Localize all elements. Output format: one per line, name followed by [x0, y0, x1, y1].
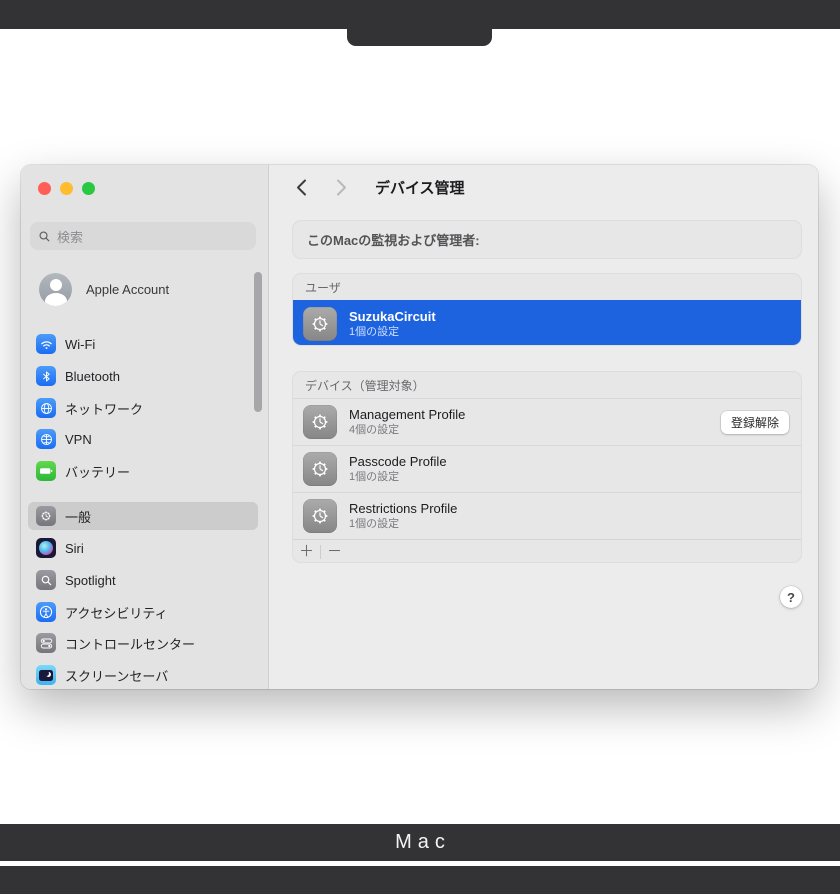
sidebar-item-label: コントロールセンター	[65, 634, 195, 653]
gear-icon	[36, 506, 56, 526]
sidebar-item-label: バッテリー	[65, 462, 130, 481]
search-placeholder: 検索	[57, 227, 83, 246]
device-row-restrictions-profile[interactable]: Restrictions Profile 1個の設定	[293, 492, 801, 539]
profile-icon	[303, 452, 337, 486]
remove-profile-button[interactable]: －	[321, 541, 348, 563]
sidebar-item-label: 一般	[65, 507, 91, 526]
profile-setting-count: 1個の設定	[349, 470, 447, 484]
sidebar-item-apple-account[interactable]: Apple Account	[31, 267, 261, 311]
profile-name: Restrictions Profile	[349, 501, 457, 517]
user-name: SuzukaCircuit	[349, 309, 436, 325]
apple-account-label: Apple Account	[86, 282, 169, 297]
add-profile-button[interactable]: ＋	[293, 541, 320, 563]
list-footer: ＋ －	[293, 539, 801, 563]
profile-setting-count: 4個の設定	[349, 423, 465, 437]
search-icon	[38, 230, 51, 243]
accessibility-icon	[36, 602, 56, 622]
sidebar-item-label: アクセシビリティ	[65, 603, 168, 622]
page-title: デバイス管理	[375, 177, 465, 198]
camera-notch	[347, 0, 492, 46]
device-row-passcode-profile[interactable]: Passcode Profile 1個の設定	[293, 445, 801, 492]
screensaver-icon	[36, 665, 56, 685]
bottom-strip	[0, 866, 840, 894]
profile-icon	[303, 405, 337, 439]
sidebar-item-wifi[interactable]: Wi-Fi	[28, 330, 258, 358]
supervision-notice-text: このMacの監視および管理者:	[307, 230, 480, 249]
sidebar: 検索 Apple Account Wi-Fi Bluetooth ネットワーク	[21, 165, 269, 689]
zoom-button[interactable]	[82, 182, 95, 195]
sidebar-item-bluetooth[interactable]: Bluetooth	[28, 362, 258, 390]
sidebar-item-label: スクリーンセーバ	[65, 666, 168, 685]
sidebar-item-general[interactable]: 一般	[28, 502, 258, 530]
sidebar-item-label: Siri	[65, 541, 84, 556]
sidebar-item-label: Wi-Fi	[65, 337, 95, 352]
device-label: Mac	[389, 831, 451, 854]
profile-icon	[303, 499, 337, 533]
wifi-icon	[36, 334, 56, 354]
search-input[interactable]: 検索	[30, 222, 256, 250]
vpn-icon	[36, 429, 56, 449]
minimize-button[interactable]	[60, 182, 73, 195]
user-row-suzukacircuit[interactable]: SuzukaCircuit 1個の設定	[293, 300, 801, 346]
user-list: ユーザ SuzukaCircuit 1個の設定	[292, 273, 802, 346]
sidebar-item-accessibility[interactable]: アクセシビリティ	[28, 598, 258, 626]
avatar	[39, 273, 72, 306]
sidebar-item-battery[interactable]: バッテリー	[28, 457, 258, 485]
sidebar-item-label: Bluetooth	[65, 369, 120, 384]
sidebar-scrollbar[interactable]	[254, 272, 262, 412]
globe-icon	[36, 398, 56, 418]
device-list: デバイス（管理対象） Management Profile 4個の設定 登録解除…	[292, 371, 802, 563]
user-setting-count: 1個の設定	[349, 325, 436, 339]
supervision-notice: このMacの監視および管理者:	[292, 220, 802, 259]
sidebar-item-vpn[interactable]: VPN	[28, 425, 258, 453]
user-section-header: ユーザ	[293, 274, 801, 300]
back-button[interactable]	[291, 176, 311, 198]
profile-name: Passcode Profile	[349, 454, 447, 470]
sidebar-item-siri[interactable]: Siri	[28, 534, 258, 562]
sidebar-item-label: Spotlight	[65, 573, 116, 588]
sidebar-item-control-center[interactable]: コントロールセンター	[28, 629, 258, 657]
unenroll-button[interactable]: 登録解除	[721, 411, 789, 434]
sidebar-item-screensaver[interactable]: スクリーンセーバ	[28, 661, 258, 689]
sidebar-item-spotlight[interactable]: Spotlight	[28, 566, 258, 594]
device-management-pane: デバイス管理 このMacの監視および管理者: ユーザ SuzukaCircuit…	[269, 165, 818, 689]
system-settings-window: 検索 Apple Account Wi-Fi Bluetooth ネットワーク	[21, 165, 818, 689]
device-section-header: デバイス（管理対象）	[293, 372, 801, 398]
sidebar-item-label: ネットワーク	[65, 399, 143, 418]
sidebar-item-label: VPN	[65, 432, 92, 447]
profile-name: Management Profile	[349, 407, 465, 423]
profile-icon	[303, 307, 337, 341]
siri-icon	[36, 538, 56, 558]
close-button[interactable]	[38, 182, 51, 195]
spotlight-icon	[36, 570, 56, 590]
traffic-lights	[38, 182, 95, 195]
battery-icon	[36, 461, 56, 481]
control-center-icon	[36, 633, 56, 653]
dock-bar: Mac	[0, 824, 840, 861]
device-row-management-profile[interactable]: Management Profile 4個の設定 登録解除	[293, 398, 801, 445]
profile-setting-count: 1個の設定	[349, 517, 457, 531]
bluetooth-icon	[36, 366, 56, 386]
nav-controls: デバイス管理	[291, 176, 465, 198]
help-button[interactable]: ?	[780, 586, 802, 608]
forward-button[interactable]	[331, 176, 351, 198]
sidebar-item-network[interactable]: ネットワーク	[28, 394, 258, 422]
